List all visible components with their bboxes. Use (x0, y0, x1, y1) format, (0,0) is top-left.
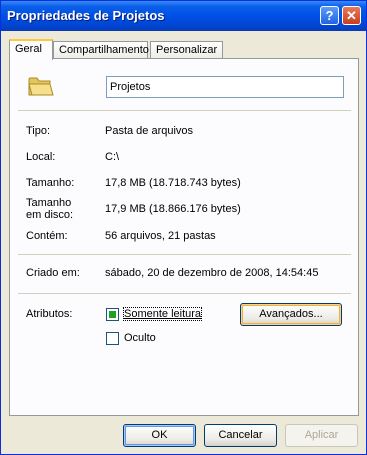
folder-icon (28, 77, 54, 96)
type-label: Tipo: (26, 125, 51, 137)
contains-value: 56 arquivos, 21 pastas (105, 230, 216, 242)
readonly-checkbox[interactable] (106, 308, 119, 321)
title-bar[interactable]: Propriedades de Projetos ? ✕ (1, 1, 366, 31)
divider (18, 254, 351, 255)
ok-button[interactable]: OK (123, 424, 196, 447)
apply-button[interactable]: Aplicar (285, 424, 358, 447)
cancel-button[interactable]: Cancelar (204, 424, 277, 447)
tab-personalizar[interactable]: Personalizar (150, 41, 223, 59)
size-value: 17,8 MB (18.718.743 bytes) (105, 177, 241, 189)
advanced-button[interactable]: Avançados... (240, 303, 342, 326)
size-on-disk-label-line1: Tamanho (26, 197, 72, 209)
close-button[interactable]: ✕ (342, 6, 361, 25)
size-on-disk-label-line2: em disco: (26, 209, 74, 221)
help-button[interactable]: ? (320, 6, 339, 25)
help-icon: ? (325, 8, 334, 23)
general-tab-panel: Tipo: Pasta de arquivos Local: C:\ Taman… (9, 58, 359, 416)
window-title: Propriedades de Projetos (7, 8, 165, 23)
tab-label: Geral (15, 43, 42, 55)
readonly-label[interactable]: Somente leitura (122, 307, 203, 321)
size-on-disk-value: 17,9 MB (18.866.176 bytes) (105, 203, 241, 215)
location-label: Local: (26, 151, 56, 163)
tab-label: Compartilhamento (59, 44, 149, 56)
created-label: Criado em: (26, 267, 80, 279)
contains-label: Contém: (26, 230, 68, 242)
type-value: Pasta de arquivos (105, 125, 194, 137)
hidden-label[interactable]: Oculto (124, 332, 156, 344)
properties-window: Propriedades de Projetos ? ✕ Geral Compa… (0, 0, 367, 455)
size-label: Tamanho: (26, 177, 75, 189)
hidden-checkbox[interactable] (106, 332, 119, 345)
tab-label: Personalizar (156, 44, 218, 56)
divider (18, 293, 351, 294)
folder-name-input[interactable] (106, 76, 344, 98)
tab-compartilhamento[interactable]: Compartilhamento (53, 41, 149, 59)
attributes-label: Atributos: (26, 308, 73, 320)
tab-geral[interactable]: Geral (9, 39, 53, 60)
close-icon: ✕ (346, 8, 357, 23)
readonly-label-text: Somente leitura (124, 308, 202, 320)
location-value: C:\ (105, 151, 120, 163)
divider (18, 110, 351, 111)
created-value: sábado, 20 de dezembro de 2008, 14:54:45 (105, 267, 319, 279)
